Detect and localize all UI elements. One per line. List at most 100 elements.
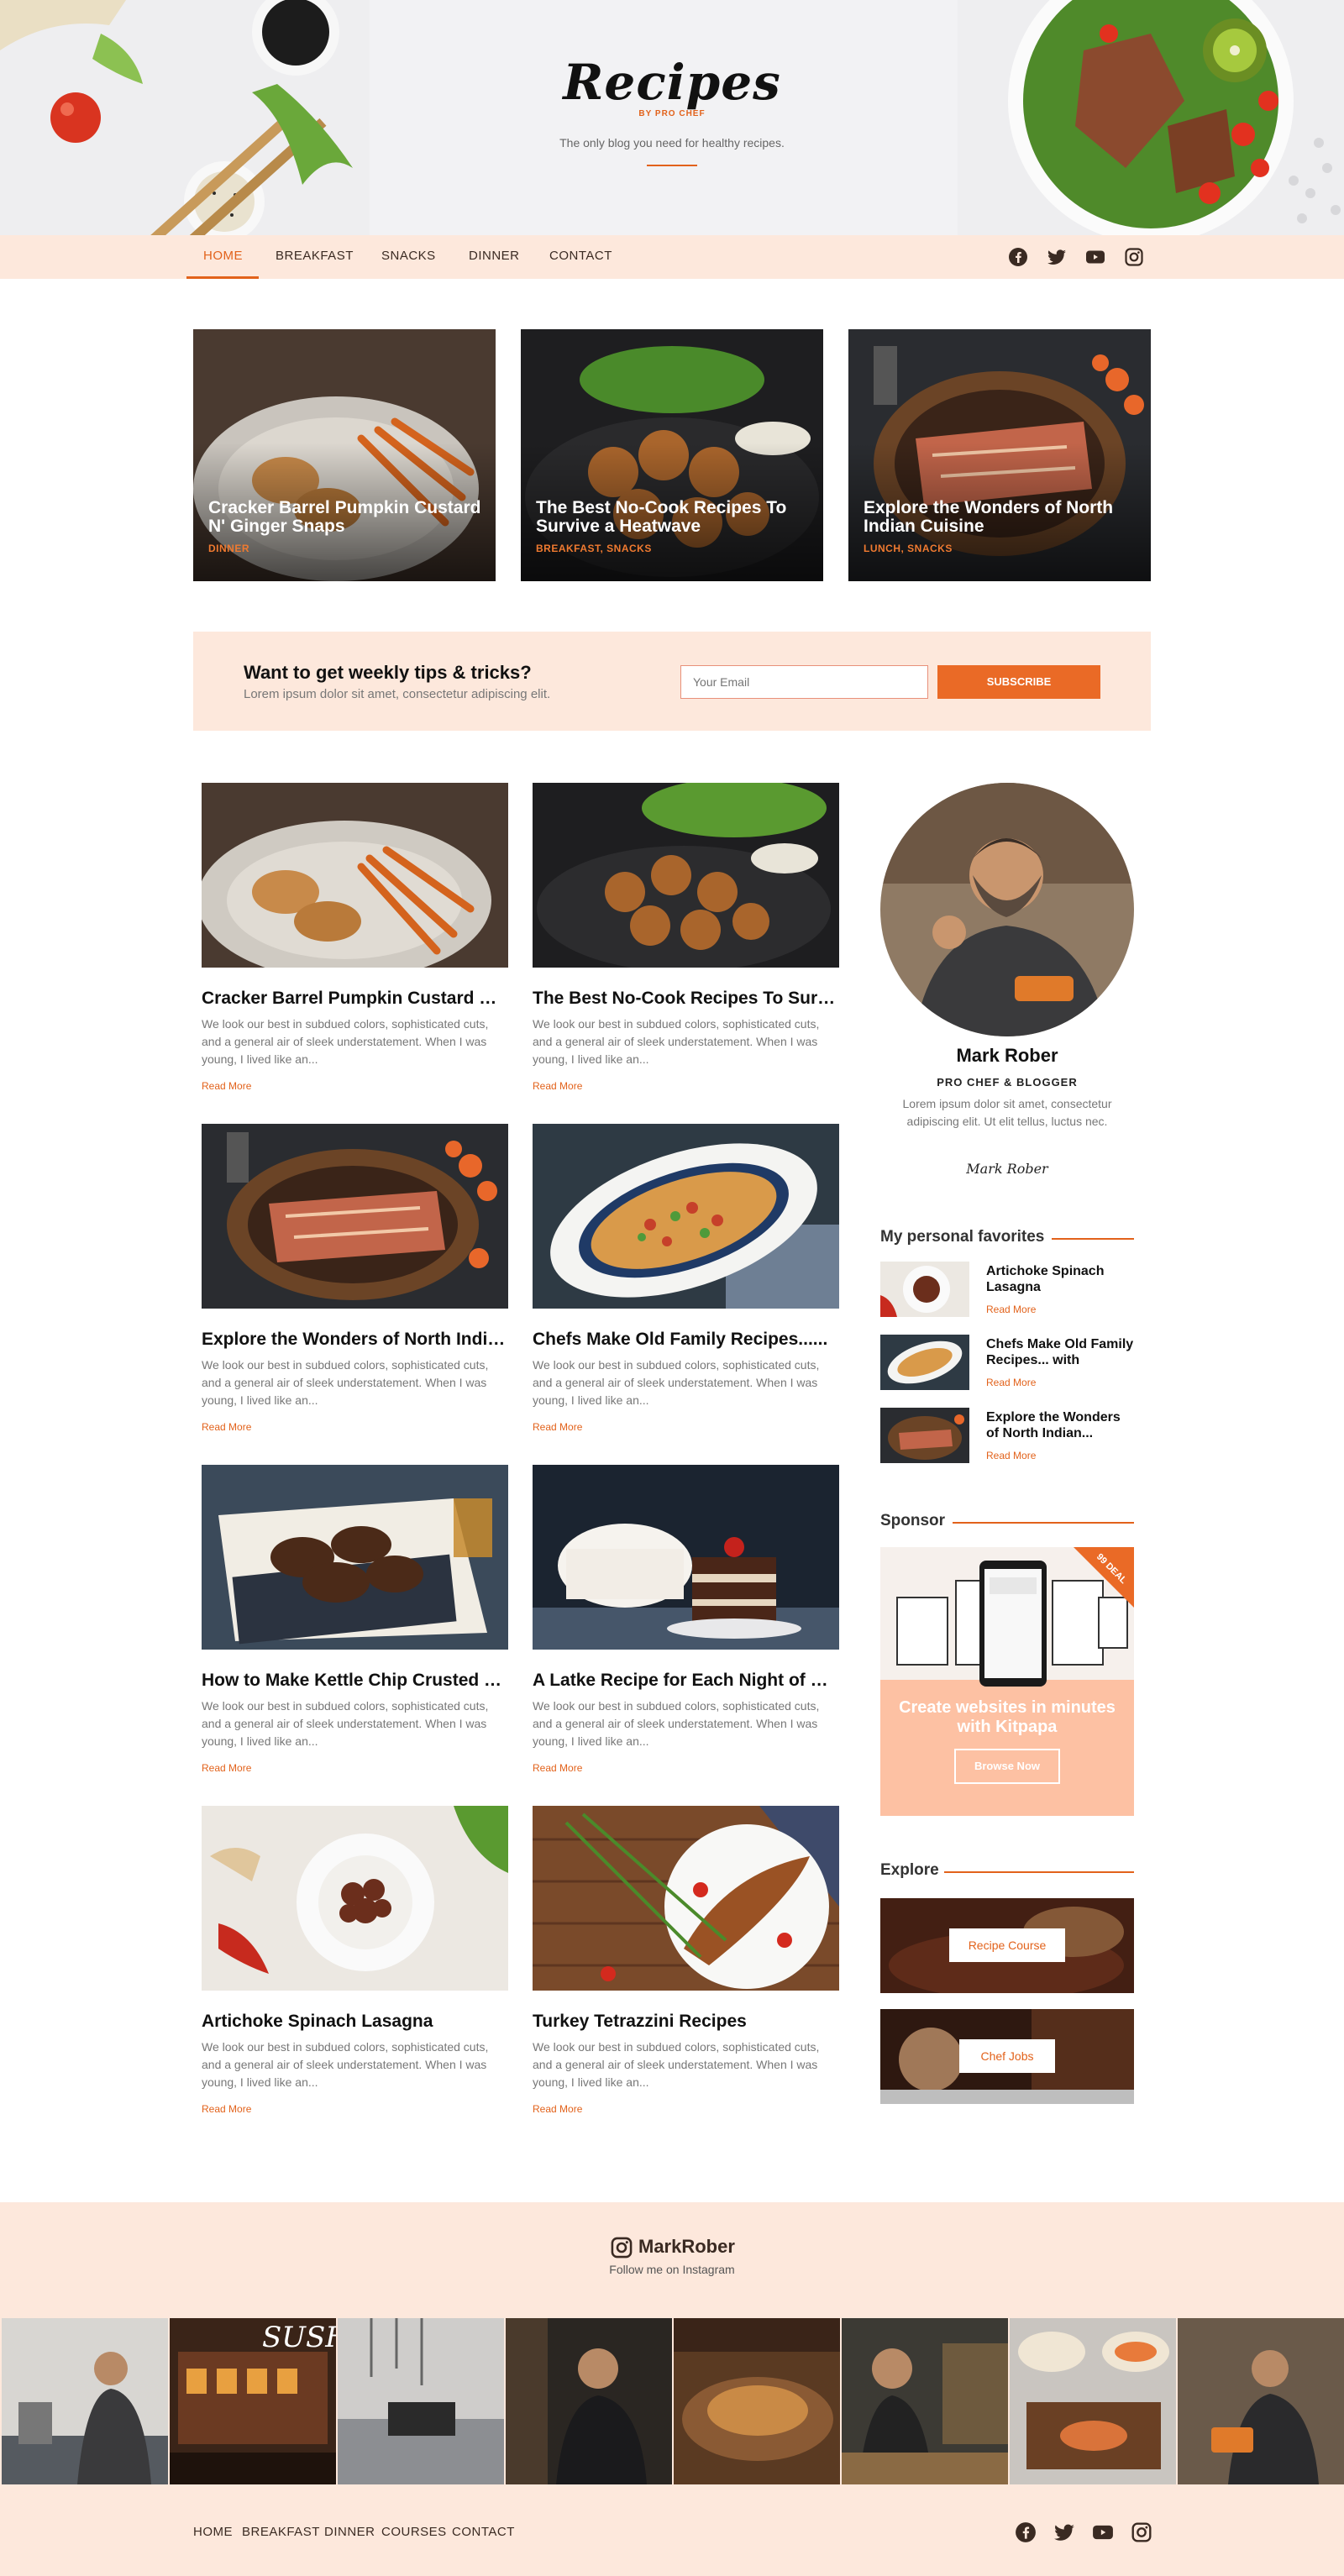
main-nav: HOME BREAKFAST SNACKS DINNER CONTACT xyxy=(0,235,1344,279)
favorite-thumbnail[interactable] xyxy=(880,1262,969,1317)
favorite-title[interactable]: Explore the Wonders of North Indian... xyxy=(986,1409,1134,1441)
post-excerpt: We look our best in subdued colors, soph… xyxy=(202,2040,489,2089)
nav-item-contact[interactable]: CONTACT xyxy=(549,249,612,263)
chef-jobs-button[interactable]: Chef Jobs xyxy=(959,2039,1055,2073)
instagram-photo[interactable] xyxy=(1010,2318,1176,2484)
footer-link-dinner[interactable]: DINNER xyxy=(324,2525,375,2539)
site-logo[interactable]: Recipes xyxy=(504,54,840,111)
favorite-item[interactable]: Chefs Make Old Family Recipes... with Re… xyxy=(880,1335,1134,1393)
explore-card-recipe-course[interactable]: Recipe Course xyxy=(880,1898,1134,1993)
post-image[interactable] xyxy=(533,779,839,972)
browse-now-button[interactable]: Browse Now xyxy=(954,1749,1060,1784)
footer-link-courses[interactable]: COURSES xyxy=(381,2525,447,2539)
read-more-link[interactable]: Read More xyxy=(533,1762,839,1774)
post-image[interactable] xyxy=(533,1465,839,1650)
featured-category[interactable]: LUNCH, SNACKS xyxy=(864,543,953,554)
post-title[interactable]: Turkey Tetrazzini Recipes xyxy=(533,2012,839,2032)
read-more-link[interactable]: Read More xyxy=(533,2103,839,2115)
featured-card[interactable]: The Best No-Cook Recipes To Survive a He… xyxy=(521,329,823,581)
read-more-link[interactable]: Read More xyxy=(533,1421,839,1433)
instagram-subtitle: Follow me on Instagram xyxy=(609,2263,735,2276)
featured-card[interactable]: Explore the Wonders of North Indian Cuis… xyxy=(848,329,1151,581)
footer-link-contact[interactable]: CONTACT xyxy=(452,2525,515,2539)
footer-link-home[interactable]: HOME xyxy=(193,2525,233,2539)
sponsor-heading: Sponsor xyxy=(880,1512,946,1529)
author-bio: Lorem ipsum dolor sit amet, consectetur … xyxy=(902,1097,1112,1128)
featured-title[interactable]: The Best No-Cook Recipes To Survive a He… xyxy=(536,499,813,536)
instagram-handle[interactable]: MarkRober xyxy=(638,2236,739,2258)
instagram-photo[interactable] xyxy=(2,2318,168,2484)
favorite-thumbnail[interactable] xyxy=(880,1408,969,1463)
post-image[interactable] xyxy=(202,1806,508,1991)
favorite-item[interactable]: Artichoke Spinach Lasagna Read More xyxy=(880,1262,1134,1320)
post-title[interactable]: Explore the Wonders of North Indian Cuis… xyxy=(202,1330,508,1350)
header-food-image-left xyxy=(0,0,370,235)
author-signature: Mark Rober xyxy=(966,1161,1048,1177)
favorite-title[interactable]: Chefs Make Old Family Recipes... with xyxy=(986,1336,1134,1368)
featured-card[interactable]: Cracker Barrel Pumpkin Custard N' Ginger… xyxy=(193,329,496,581)
read-more-link[interactable]: Read More xyxy=(202,1421,508,1433)
instagram-photo[interactable] xyxy=(674,2318,840,2484)
favorite-title[interactable]: Artichoke Spinach Lasagna xyxy=(986,1263,1134,1295)
post-excerpt: We look our best in subdued colors, soph… xyxy=(202,1017,489,1066)
post-image[interactable] xyxy=(202,1124,508,1309)
instagram-photo[interactable] xyxy=(506,2318,672,2484)
nav-item-dinner[interactable]: DINNER xyxy=(469,249,520,263)
instagram-photo[interactable] xyxy=(1178,2318,1344,2484)
post-card: How to Make Kettle Chip Crusted Chicken … xyxy=(202,1465,508,1774)
featured-category[interactable]: BREAKFAST, SNACKS xyxy=(536,543,652,554)
post-title[interactable]: Artichoke Spinach Lasagna xyxy=(202,2012,508,2032)
favorite-item[interactable]: Explore the Wonders of North Indian... R… xyxy=(880,1408,1134,1466)
instagram-photo[interactable] xyxy=(842,2318,1008,2484)
recipe-course-button[interactable]: Recipe Course xyxy=(949,1928,1065,1962)
read-more-link[interactable]: Read More xyxy=(986,1450,1036,1461)
nav-item-snacks[interactable]: SNACKS xyxy=(381,249,436,263)
facebook-icon[interactable] xyxy=(1008,247,1028,267)
instagram-icon[interactable] xyxy=(1124,247,1144,267)
read-more-link[interactable]: Read More xyxy=(533,1080,839,1092)
explore-heading-line xyxy=(944,1871,1134,1873)
read-more-link[interactable]: Read More xyxy=(986,1304,1036,1315)
read-more-link[interactable]: Read More xyxy=(986,1377,1036,1388)
instagram-photo[interactable]: SUSH xyxy=(170,2318,336,2484)
newsletter-email-input[interactable] xyxy=(680,665,928,699)
post-title[interactable]: A Latke Recipe for Each Night of Hanukka… xyxy=(533,1671,839,1691)
post-card: The Best No-Cook Recipes To Survive a He… xyxy=(533,779,839,1092)
twitter-icon[interactable] xyxy=(1047,247,1067,267)
featured-title[interactable]: Cracker Barrel Pumpkin Custard N' Ginger… xyxy=(208,499,486,536)
site-logo-subtitle: BY PRO CHEF xyxy=(638,109,706,118)
facebook-icon[interactable] xyxy=(1015,2521,1037,2543)
instagram-photo[interactable] xyxy=(338,2318,504,2484)
twitter-icon[interactable] xyxy=(1053,2521,1075,2543)
instagram-icon[interactable] xyxy=(1131,2521,1152,2543)
post-card: Chefs Make Old Family Recipes...... We l… xyxy=(533,1124,839,1433)
featured-title[interactable]: Explore the Wonders of North Indian Cuis… xyxy=(864,499,1141,536)
post-image[interactable] xyxy=(533,1124,839,1309)
post-card: A Latke Recipe for Each Night of Hanukka… xyxy=(533,1465,839,1774)
post-title[interactable]: Chefs Make Old Family Recipes...... xyxy=(533,1330,839,1350)
read-more-link[interactable]: Read More xyxy=(202,1762,508,1774)
read-more-link[interactable]: Read More xyxy=(202,1080,508,1092)
post-excerpt: We look our best in subdued colors, soph… xyxy=(533,2040,820,2089)
nav-item-breakfast[interactable]: BREAKFAST xyxy=(276,249,354,263)
nav-item-home[interactable]: HOME xyxy=(203,249,243,263)
post-image[interactable] xyxy=(202,1465,508,1650)
post-image[interactable] xyxy=(197,783,508,980)
youtube-icon[interactable] xyxy=(1085,247,1105,267)
post-title[interactable]: The Best No-Cook Recipes To Survive a He… xyxy=(533,989,839,1009)
explore-card-chef-jobs[interactable]: Chef Jobs xyxy=(880,2009,1134,2104)
youtube-icon[interactable] xyxy=(1092,2521,1114,2543)
footer-link-breakfast[interactable]: BREAKFAST xyxy=(242,2525,320,2539)
subscribe-button[interactable]: SUBSCRIBE xyxy=(937,665,1100,699)
post-title[interactable]: Cracker Barrel Pumpkin Custard N' Ginger… xyxy=(202,989,508,1009)
author-avatar xyxy=(880,783,1134,1036)
post-excerpt: We look our best in subdued colors, soph… xyxy=(202,1358,489,1407)
post-excerpt: We look our best in subdued colors, soph… xyxy=(533,1017,820,1066)
post-image[interactable] xyxy=(533,1806,839,1991)
read-more-link[interactable]: Read More xyxy=(202,2103,508,2115)
featured-category[interactable]: DINNER xyxy=(208,543,249,554)
favorite-thumbnail[interactable] xyxy=(880,1335,969,1390)
newsletter-title: Want to get weekly tips & tricks? xyxy=(244,662,532,683)
post-title[interactable]: How to Make Kettle Chip Crusted Chicken xyxy=(202,1671,508,1691)
author-role: PRO CHEF & BLOGGER xyxy=(937,1076,1078,1089)
